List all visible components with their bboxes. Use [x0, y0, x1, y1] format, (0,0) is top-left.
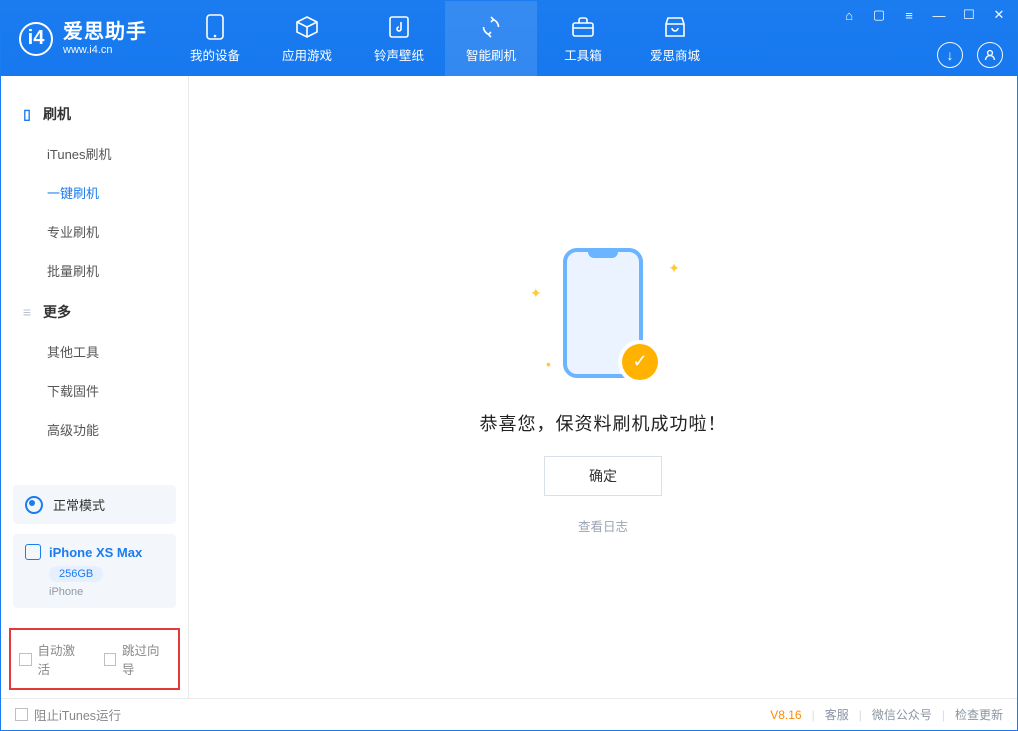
mode-icon	[25, 496, 43, 514]
device-card[interactable]: iPhone XS Max 256GB iPhone	[13, 534, 176, 608]
sidebar-item-oneclick-flash[interactable]: 一键刷机	[1, 173, 188, 212]
music-icon	[386, 14, 412, 40]
sidebar-group-more: ≡ 更多	[1, 290, 188, 332]
checkbox-block-itunes[interactable]: 阻止iTunes运行	[15, 705, 121, 724]
refresh-icon	[478, 14, 504, 40]
logo-icon: i4	[19, 22, 53, 56]
sidebar-item-download-firmware[interactable]: 下载固件	[1, 371, 188, 410]
minimize-icon[interactable]: —	[931, 7, 947, 23]
menu-icon[interactable]: ≡	[901, 7, 917, 23]
status-bar: 阻止iTunes运行 V8.16 | 客服 | 微信公众号 | 检查更新	[1, 698, 1017, 730]
sparkle-icon: ✦	[530, 285, 542, 302]
window-controls: ⌂ ▢ ≡ — ☐ ✕	[841, 7, 1007, 23]
nav-smart-flash[interactable]: 智能刷机	[445, 1, 537, 76]
nav-store[interactable]: 爱思商城	[629, 1, 721, 76]
sparkle-icon: •	[546, 356, 551, 372]
sidebar-group-title: 更多	[43, 302, 71, 322]
sidebar-item-advanced[interactable]: 高级功能	[1, 410, 188, 449]
footer-link-wechat[interactable]: 微信公众号	[872, 706, 932, 723]
version-label: V8.16	[770, 708, 801, 722]
main-panel: ✦ ✦ • ✓ 恭喜您，保资料刷机成功啦！ 确定 查看日志	[189, 76, 1017, 698]
list-icon: ≡	[19, 304, 35, 320]
nav-label: 我的设备	[190, 45, 240, 64]
device-icon	[202, 14, 228, 40]
device-mode-card[interactable]: 正常模式	[13, 485, 176, 524]
tshirt-icon[interactable]: ⌂	[841, 7, 857, 23]
app-site: www.i4.cn	[63, 44, 147, 57]
checkbox-label: 自动激活	[38, 640, 86, 678]
checkbox-icon	[15, 708, 28, 721]
success-message: 恭喜您，保资料刷机成功啦！	[480, 410, 727, 436]
flash-options-highlight: 自动激活 跳过向导	[9, 628, 180, 690]
maximize-icon[interactable]: ☐	[961, 7, 977, 23]
sidebar-item-pro-flash[interactable]: 专业刷机	[1, 212, 188, 251]
device-capacity: 256GB	[49, 566, 103, 582]
sparkle-icon: ✦	[668, 260, 680, 277]
cube-icon	[294, 14, 320, 40]
app-name: 爱思助手	[63, 21, 147, 44]
sidebar-item-other-tools[interactable]: 其他工具	[1, 332, 188, 371]
nav-label: 智能刷机	[466, 45, 516, 64]
download-icon[interactable]: ↓	[937, 42, 963, 68]
checkbox-icon	[104, 653, 117, 666]
success-illustration: ✦ ✦ • ✓	[518, 240, 688, 390]
checkbox-auto-activate[interactable]: 自动激活	[19, 640, 86, 678]
footer-link-update[interactable]: 检查更新	[955, 706, 1003, 723]
checkbox-label: 阻止iTunes运行	[34, 705, 121, 724]
sidebar: ▯ 刷机 iTunes刷机 一键刷机 专业刷机 批量刷机 ≡ 更多 其他工具 下…	[1, 76, 189, 698]
nav-my-device[interactable]: 我的设备	[169, 1, 261, 76]
app-logo: i4 爱思助手 www.i4.cn	[1, 1, 169, 76]
sidebar-group-title: 刷机	[43, 104, 71, 124]
checkbox-skip-wizard[interactable]: 跳过向导	[104, 640, 171, 678]
checkbox-icon	[19, 653, 32, 666]
main-nav: 我的设备 应用游戏 铃声壁纸 智能刷机 工具箱 爱思商城	[169, 1, 721, 76]
device-thumb-icon	[25, 544, 41, 560]
device-name: iPhone XS Max	[49, 545, 142, 560]
view-log-link[interactable]: 查看日志	[578, 516, 628, 535]
sidebar-group-flash: ▯ 刷机	[1, 92, 188, 134]
sidebar-item-batch-flash[interactable]: 批量刷机	[1, 251, 188, 290]
nav-label: 铃声壁纸	[374, 45, 424, 64]
phone-icon[interactable]: ▢	[871, 7, 887, 23]
nav-apps-games[interactable]: 应用游戏	[261, 1, 353, 76]
confirm-button[interactable]: 确定	[544, 456, 662, 496]
nav-ringtones[interactable]: 铃声壁纸	[353, 1, 445, 76]
profile-icon[interactable]	[977, 42, 1003, 68]
phone-small-icon: ▯	[19, 106, 35, 123]
device-type: iPhone	[49, 586, 164, 598]
checkbox-label: 跳过向导	[122, 640, 170, 678]
nav-toolbox[interactable]: 工具箱	[537, 1, 629, 76]
nav-label: 爱思商城	[650, 45, 700, 64]
app-header: i4 爱思助手 www.i4.cn 我的设备 应用游戏 铃声壁纸 智能刷机 工具…	[1, 1, 1017, 76]
sidebar-item-itunes-flash[interactable]: iTunes刷机	[1, 134, 188, 173]
check-badge-icon: ✓	[622, 344, 658, 380]
store-icon	[662, 14, 688, 40]
nav-label: 应用游戏	[282, 45, 332, 64]
toolbox-icon	[570, 14, 596, 40]
user-controls: ↓	[937, 42, 1003, 68]
mode-label: 正常模式	[53, 495, 105, 514]
footer-link-support[interactable]: 客服	[825, 706, 849, 723]
nav-label: 工具箱	[564, 45, 602, 64]
close-icon[interactable]: ✕	[991, 7, 1007, 23]
